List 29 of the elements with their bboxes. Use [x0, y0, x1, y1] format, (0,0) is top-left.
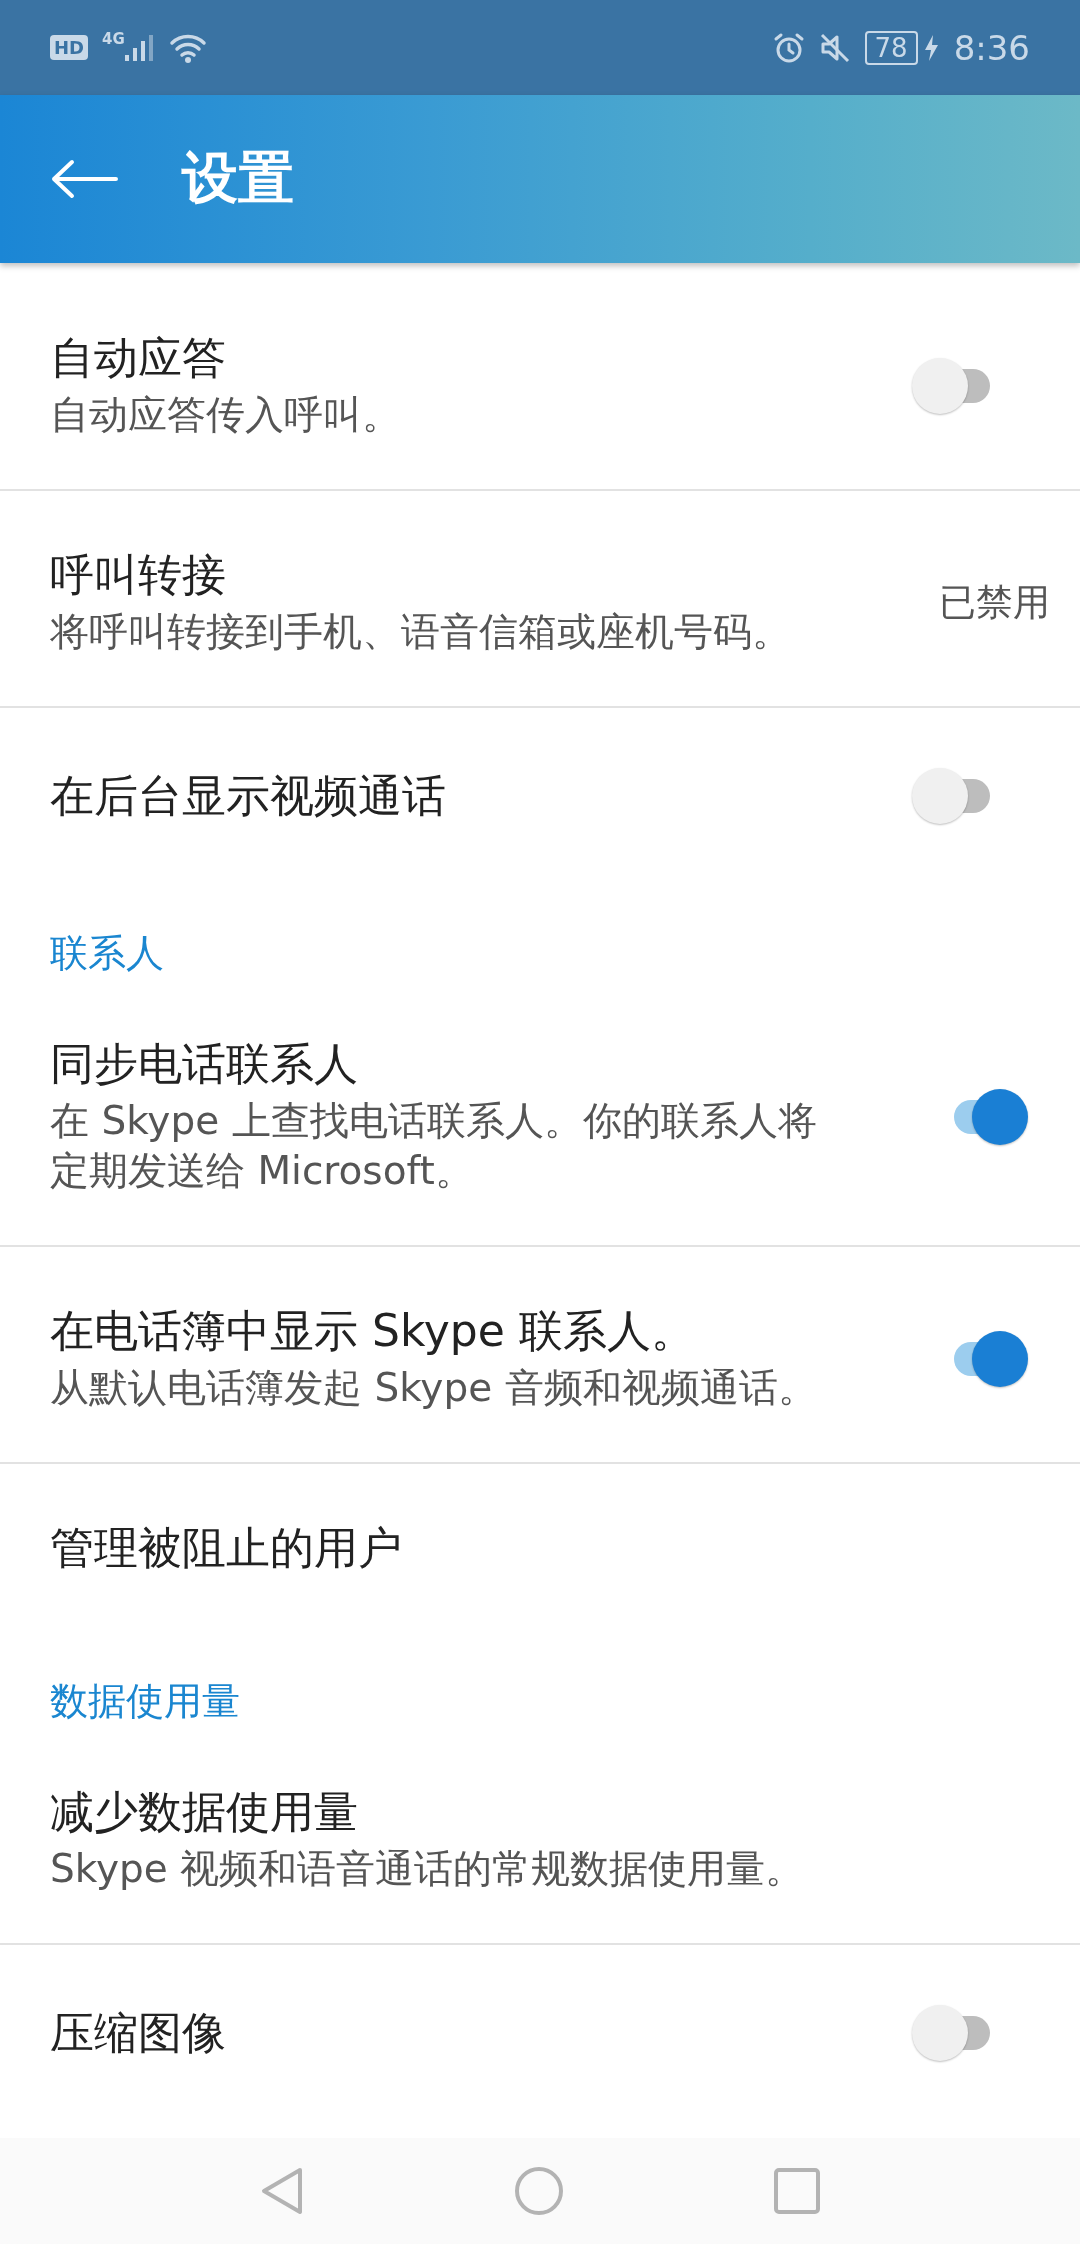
page-title: 设置 — [182, 144, 294, 212]
setting-description: 自动应答传入呼叫。 — [50, 391, 402, 439]
hd-badge: HD — [50, 35, 88, 60]
alarm-icon — [772, 31, 805, 64]
setting-title[interactable]: 同步电话联系人 — [50, 1038, 840, 1090]
setting-description: 在 Skype 上查找电话联系人。你的联系人将定期发送给 Microsoft。 — [50, 1097, 818, 1195]
setting-title[interactable]: 管理被阻止的用户 — [50, 1522, 840, 1574]
clock-time: 8:36 — [953, 27, 1030, 68]
setting-title[interactable]: 呼叫转接 — [50, 549, 840, 601]
setting-title[interactable]: 减少数据使用量 — [50, 1786, 840, 1838]
setting-description: Skype 视频和语音通话的常规数据使用量。 — [50, 1845, 806, 1893]
setting-description: 将呼叫转接到手机、语音信箱或座机号码。 — [50, 608, 792, 656]
recents-nav-icon[interactable] — [774, 2168, 820, 2214]
back-arrow-icon[interactable] — [50, 159, 118, 199]
section-heading: 联系人 — [49, 930, 165, 977]
section-heading: 数据使用量 — [49, 1678, 241, 1725]
mute-icon — [818, 31, 851, 64]
setting-title[interactable]: 自动应答 — [50, 332, 840, 384]
home-nav-icon[interactable] — [514, 2166, 564, 2216]
setting-description: 从默认电话簿发起 Skype 音频和视频通话。 — [50, 1364, 818, 1412]
setting-value: 已禁用 — [939, 580, 1050, 626]
network-label: 4G — [102, 30, 125, 48]
battery-level: 78 — [864, 30, 918, 65]
back-nav-icon[interactable] — [260, 2166, 304, 2216]
setting-title[interactable]: 在电话簿中显示 Skype 联系人。 — [50, 1305, 840, 1357]
wifi-icon — [168, 32, 207, 63]
setting-title[interactable]: 压缩图像 — [50, 2007, 840, 2059]
setting-title[interactable]: 在后台显示视频通话 — [50, 770, 840, 822]
signal-icon — [124, 32, 155, 63]
